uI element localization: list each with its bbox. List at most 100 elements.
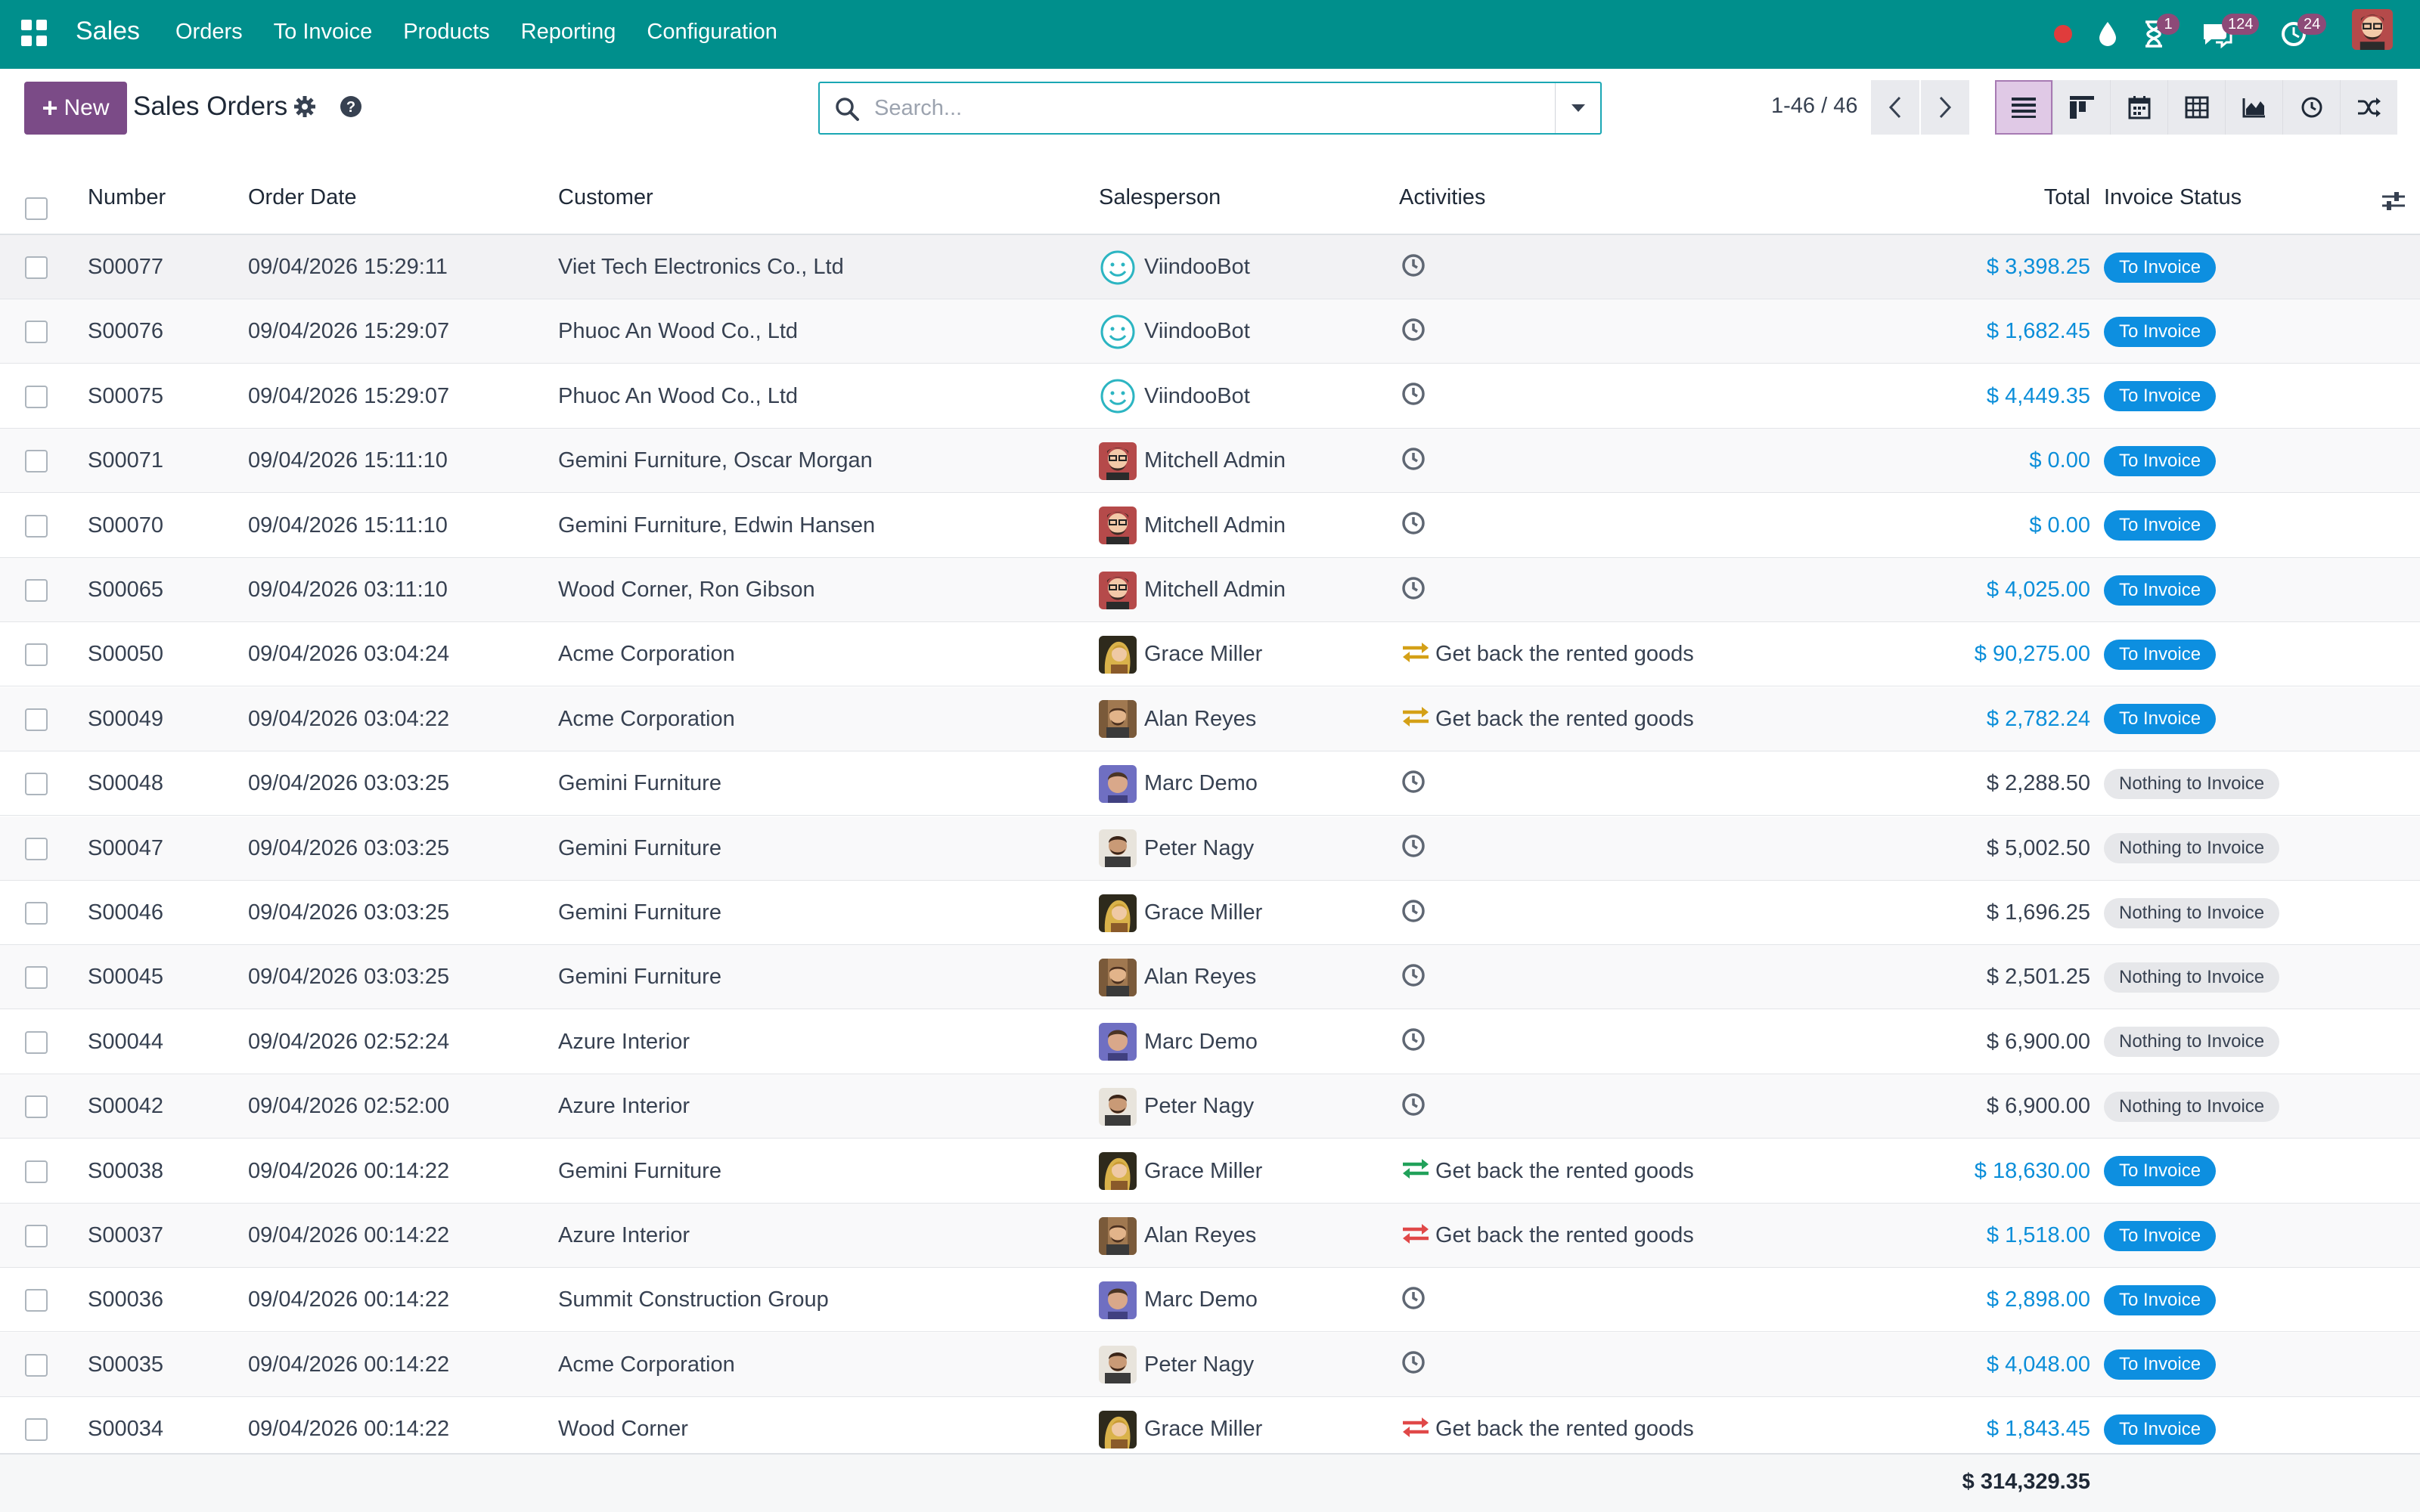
table-row[interactable]: S00048 09/04/2026 03:03:25 Gemini Furnitur… xyxy=(0,751,2420,816)
menu-orders[interactable]: Orders xyxy=(175,20,243,45)
activity-view-button[interactable] xyxy=(2282,80,2340,135)
salesperson-avatar[interactable] xyxy=(1099,1346,1137,1384)
column-invoice-status[interactable]: Invoice Status xyxy=(2104,185,2242,210)
row-checkbox[interactable] xyxy=(25,966,48,990)
activity-cell[interactable] xyxy=(1401,1268,1435,1332)
search-input[interactable] xyxy=(874,91,1525,125)
column-number[interactable]: Number xyxy=(88,185,166,210)
clock-icon[interactable] xyxy=(1401,962,1431,993)
activity-cell[interactable] xyxy=(1401,1333,1435,1397)
salesperson-avatar[interactable] xyxy=(1099,1023,1137,1061)
salesperson-avatar[interactable] xyxy=(1099,700,1137,739)
row-checkbox[interactable] xyxy=(25,1095,48,1119)
activity-cell[interactable] xyxy=(1401,881,1435,945)
row-checkbox[interactable] xyxy=(25,708,48,731)
activity-cell[interactable]: Get back the rented goods xyxy=(1401,622,1694,686)
activity-cell[interactable]: Get back the rented goods xyxy=(1401,1204,1694,1268)
row-checkbox[interactable] xyxy=(25,321,48,344)
salesperson-avatar[interactable] xyxy=(1099,635,1137,674)
salesperson-avatar[interactable] xyxy=(1099,249,1137,287)
row-checkbox[interactable] xyxy=(25,1030,48,1054)
new-button[interactable]: + New xyxy=(24,82,127,135)
optional-columns-icon[interactable] xyxy=(2381,190,2406,216)
activity-cell[interactable] xyxy=(1401,558,1435,622)
clock-icon[interactable] xyxy=(1401,253,1431,283)
clock-icon[interactable] xyxy=(1401,317,1431,347)
salesperson-avatar[interactable] xyxy=(1099,442,1137,480)
row-checkbox[interactable] xyxy=(25,256,48,279)
salesperson-avatar[interactable] xyxy=(1099,764,1137,803)
exchange-icon[interactable] xyxy=(1401,640,1431,670)
menu-configuration[interactable]: Configuration xyxy=(647,20,777,45)
apps-menu-icon[interactable] xyxy=(21,20,48,47)
table-row[interactable]: S00075 09/04/2026 15:29:07 Phuoc An Wood C… xyxy=(0,364,2420,429)
activity-cell[interactable] xyxy=(1401,751,1435,816)
clock-icon[interactable] xyxy=(1401,381,1431,411)
clock-icon[interactable] xyxy=(1401,1285,1431,1315)
activity-cell[interactable] xyxy=(1401,945,1435,1009)
salesperson-avatar[interactable] xyxy=(1099,1152,1137,1191)
table-row[interactable]: S00070 09/04/2026 15:11:10 Gemini Furnitur… xyxy=(0,494,2420,558)
table-row[interactable]: S00042 09/04/2026 02:52:00 Azure Interior P… xyxy=(0,1074,2420,1139)
column-customer[interactable]: Customer xyxy=(558,185,653,210)
salesperson-avatar[interactable] xyxy=(1099,1087,1137,1126)
column-salesperson[interactable]: Salesperson xyxy=(1099,185,1221,210)
activity-cell[interactable] xyxy=(1401,364,1435,429)
salesperson-avatar[interactable] xyxy=(1099,1216,1137,1255)
table-row[interactable]: S00049 09/04/2026 03:04:22 Acme Corporatio… xyxy=(0,686,2420,751)
table-row[interactable]: S00077 09/04/2026 15:29:11 Viet Tech Elect… xyxy=(0,235,2420,299)
activity-cell[interactable] xyxy=(1401,1010,1435,1074)
activity-cell[interactable] xyxy=(1401,235,1435,299)
salesperson-avatar[interactable] xyxy=(1099,958,1137,996)
clock-icon[interactable] xyxy=(1401,1027,1431,1057)
table-row[interactable]: S00046 09/04/2026 03:03:25 Gemini Furnitur… xyxy=(0,881,2420,945)
table-row[interactable]: S00047 09/04/2026 03:03:25 Gemini Furnitur… xyxy=(0,816,2420,881)
user-avatar[interactable] xyxy=(2352,9,2393,50)
updates-icon[interactable]: 24 xyxy=(2279,14,2327,50)
clock-icon[interactable] xyxy=(1401,833,1431,863)
row-checkbox[interactable] xyxy=(25,1160,48,1183)
column-activities[interactable]: Activities xyxy=(1399,185,1485,210)
pager-next-button[interactable] xyxy=(1921,80,1969,135)
clock-icon[interactable] xyxy=(1401,510,1431,541)
row-checkbox[interactable] xyxy=(25,514,48,538)
pivot-view-button[interactable] xyxy=(2167,80,2225,135)
kanban-view-button[interactable] xyxy=(2052,80,2110,135)
clock-icon[interactable] xyxy=(1401,446,1431,476)
pager-value[interactable]: 1-46 / 46 xyxy=(1771,94,1857,119)
exchange-icon[interactable] xyxy=(1401,1414,1431,1445)
salesperson-avatar[interactable] xyxy=(1099,894,1137,932)
row-checkbox[interactable] xyxy=(25,773,48,796)
exchange-icon[interactable] xyxy=(1401,704,1431,734)
select-all-checkbox[interactable] xyxy=(25,197,48,220)
salesperson-avatar[interactable] xyxy=(1099,1410,1137,1448)
droplet-icon[interactable] xyxy=(2096,18,2119,50)
pager-previous-button[interactable] xyxy=(1871,80,1919,135)
activities-hourglass-icon[interactable]: 1 xyxy=(2142,14,2180,50)
table-row[interactable]: S00036 09/04/2026 00:14:22 Summit Construc… xyxy=(0,1268,2420,1333)
clock-icon[interactable] xyxy=(1401,769,1431,799)
menu-products[interactable]: Products xyxy=(403,20,489,45)
salesperson-avatar[interactable] xyxy=(1099,571,1137,609)
menu-reporting[interactable]: Reporting xyxy=(521,20,616,45)
salesperson-avatar[interactable] xyxy=(1099,377,1137,415)
activity-cell[interactable] xyxy=(1401,494,1435,558)
help-icon[interactable]: ? xyxy=(339,94,363,119)
row-checkbox[interactable] xyxy=(25,1353,48,1377)
row-checkbox[interactable] xyxy=(25,1289,48,1312)
clock-icon[interactable] xyxy=(1401,898,1431,928)
activity-cell[interactable] xyxy=(1401,1074,1435,1139)
graph-view-button[interactable] xyxy=(2225,80,2282,135)
table-row[interactable]: S00034 09/04/2026 00:14:22 Wood Corner Grac… xyxy=(0,1397,2420,1462)
activity-cell[interactable] xyxy=(1401,429,1435,493)
activity-cell[interactable] xyxy=(1401,816,1435,881)
recording-icon[interactable] xyxy=(2054,18,2072,50)
row-checkbox[interactable] xyxy=(25,643,48,667)
search-options-toggle[interactable] xyxy=(1555,83,1600,133)
gear-icon[interactable] xyxy=(292,94,318,119)
table-row[interactable]: S00076 09/04/2026 15:29:07 Phuoc An Wood C… xyxy=(0,299,2420,364)
list-view-button[interactable] xyxy=(1995,80,2052,135)
table-row[interactable]: S00071 09/04/2026 15:11:10 Gemini Furnitur… xyxy=(0,429,2420,494)
row-checkbox[interactable] xyxy=(25,1225,48,1247)
exchange-icon[interactable] xyxy=(1401,1156,1431,1186)
